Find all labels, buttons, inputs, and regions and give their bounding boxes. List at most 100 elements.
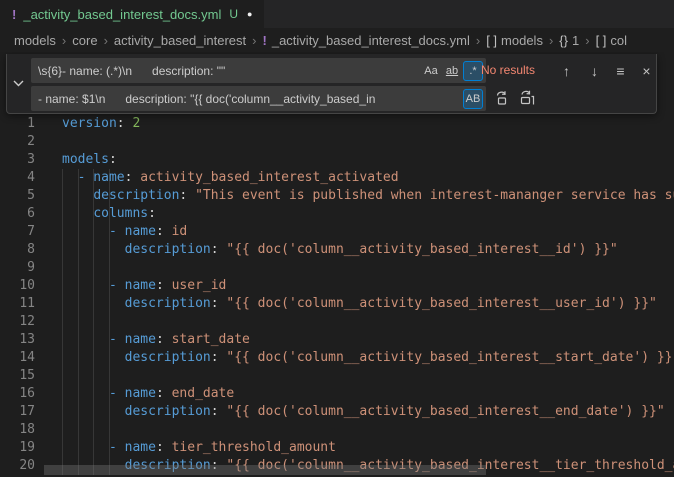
preserve-case-toggle[interactable]: AB (463, 89, 483, 109)
code-line[interactable]: 2 (0, 133, 674, 151)
find-replace-widget: \s{6}- name: (.*)\n description: "" Aa a… (6, 54, 657, 114)
line-number[interactable]: 18 (0, 421, 35, 439)
code-token: - name (109, 440, 156, 455)
breadcrumb-item[interactable]: [ ]col (596, 33, 627, 48)
breadcrumb-label: 1 (572, 33, 579, 48)
close-find-widget-button[interactable]: × (635, 59, 658, 82)
code-token: : (156, 278, 172, 293)
breadcrumb-label: _activity_based_interest_docs.yml (272, 33, 470, 48)
code-line[interactable]: 19 - name: tier_threshold_amount (0, 439, 674, 457)
code-token: - name (109, 224, 156, 239)
breadcrumb-item[interactable]: [ ]models (486, 33, 543, 48)
breadcrumb-item[interactable]: models (14, 33, 56, 48)
code-token: : (211, 350, 227, 365)
code-token: description (125, 242, 211, 257)
code-token: : (156, 332, 172, 347)
line-number[interactable]: 16 (0, 385, 35, 403)
find-input-value[interactable]: \s{6}- name: (.*)\n description: "" (31, 64, 420, 78)
line-number[interactable]: 9 (0, 259, 35, 277)
line-number[interactable]: 8 (0, 241, 35, 259)
breadcrumb-separator: › (252, 33, 256, 48)
code-token: - name (109, 386, 156, 401)
breadcrumb-item[interactable]: core (72, 33, 97, 48)
code-line[interactable]: 10 - name: user_id (0, 277, 674, 295)
git-untracked-badge: U (229, 7, 238, 21)
code-line[interactable]: 7 - name: id (0, 223, 674, 241)
line-number[interactable]: 2 (0, 133, 35, 151)
code-token: : (156, 440, 172, 455)
breadcrumb-item[interactable]: activity_based_interest (114, 33, 246, 48)
yaml-file-icon: ! (263, 33, 267, 48)
line-number[interactable]: 12 (0, 313, 35, 331)
code-line[interactable]: 11 description: "{{ doc('column__activit… (0, 295, 674, 313)
code-line[interactable]: 1version: 2 (0, 115, 674, 133)
breadcrumb-item[interactable]: ! _activity_based_interest_docs.yml (263, 33, 470, 48)
replace-all-button[interactable] (516, 87, 538, 109)
code-token (62, 188, 93, 203)
code-line[interactable]: 5 description: "This event is published … (0, 187, 674, 205)
line-number[interactable]: 20 (0, 457, 35, 475)
match-case-toggle[interactable]: Aa (421, 61, 441, 81)
line-number[interactable]: 19 (0, 439, 35, 457)
code-line[interactable]: 8 description: "{{ doc('column__activity… (0, 241, 674, 259)
next-match-button[interactable]: ↓ (583, 59, 606, 82)
find-in-selection-button[interactable]: ≡ (609, 59, 632, 82)
code-token: - name (78, 170, 125, 185)
code-line[interactable]: 9 (0, 259, 674, 277)
line-number[interactable]: 14 (0, 349, 35, 367)
code-token: : (211, 404, 227, 419)
code-token: "This event is published when interest-m… (195, 188, 674, 203)
editor-pane[interactable]: 1version: 223models:4 - name: activity_b… (0, 52, 674, 477)
code-line[interactable]: 17 description: "{{ doc('column__activit… (0, 403, 674, 421)
line-number[interactable]: 5 (0, 187, 35, 205)
line-number[interactable]: 10 (0, 277, 35, 295)
code-token: : (179, 188, 195, 203)
code-line[interactable]: 3models: (0, 151, 674, 169)
find-input[interactable]: \s{6}- name: (.*)\n description: "" Aa a… (31, 58, 486, 83)
whole-word-toggle[interactable]: ab (442, 61, 462, 81)
tab-activity-based-interest-docs[interactable]: ! _activity_based_interest_docs.yml U ● (0, 0, 264, 28)
code-line[interactable]: 15 (0, 367, 674, 385)
line-number[interactable]: 15 (0, 367, 35, 385)
code-area[interactable]: 1version: 223models:4 - name: activity_b… (0, 115, 674, 475)
code-line[interactable]: 16 - name: end_date (0, 385, 674, 403)
line-number[interactable]: 1 (0, 115, 35, 133)
breadcrumb-item[interactable]: {} 1 (559, 33, 579, 48)
line-number[interactable]: 3 (0, 151, 35, 169)
line-number[interactable]: 11 (0, 295, 35, 313)
line-number[interactable]: 7 (0, 223, 35, 241)
code-token (62, 296, 125, 311)
replace-icon (494, 90, 510, 106)
replace-button[interactable] (491, 87, 513, 109)
code-token: : (148, 206, 156, 221)
replace-input[interactable]: - name: $1\n description: "{{ doc('colum… (31, 86, 486, 111)
line-number[interactable]: 13 (0, 331, 35, 349)
code-token: description (93, 188, 179, 203)
code-token: - name (109, 278, 156, 293)
horizontal-scrollbar[interactable] (44, 465, 486, 475)
line-number[interactable]: 6 (0, 205, 35, 223)
unsaved-changes-dot-icon[interactable]: ● (247, 9, 252, 19)
code-token: : (117, 116, 133, 131)
toggle-replace-chevron[interactable] (7, 54, 29, 113)
code-line[interactable]: 6 columns: (0, 205, 674, 223)
code-line[interactable]: 14 description: "{{ doc('column__activit… (0, 349, 674, 367)
code-line[interactable]: 4 - name: activity_based_interest_activa… (0, 169, 674, 187)
symbol-icon: {} (559, 33, 568, 48)
code-line[interactable]: 12 (0, 313, 674, 331)
line-number[interactable]: 4 (0, 169, 35, 187)
chevron-down-icon (13, 80, 24, 87)
code-line[interactable]: 13 - name: start_date (0, 331, 674, 349)
breadcrumb-separator: › (476, 33, 480, 48)
replace-input-value[interactable]: - name: $1\n description: "{{ doc('colum… (31, 92, 462, 106)
symbol-icon: [ ] (486, 33, 497, 48)
code-token (62, 386, 109, 401)
code-token: start_date (172, 332, 250, 347)
previous-match-button[interactable]: ↑ (555, 59, 578, 82)
regex-toggle[interactable]: .* (463, 61, 483, 81)
code-token: "{{ doc('column__activity_based_interest… (226, 404, 664, 419)
line-number[interactable]: 17 (0, 403, 35, 421)
code-token: : (211, 242, 227, 257)
code-token: : (125, 170, 141, 185)
code-line[interactable]: 18 (0, 421, 674, 439)
